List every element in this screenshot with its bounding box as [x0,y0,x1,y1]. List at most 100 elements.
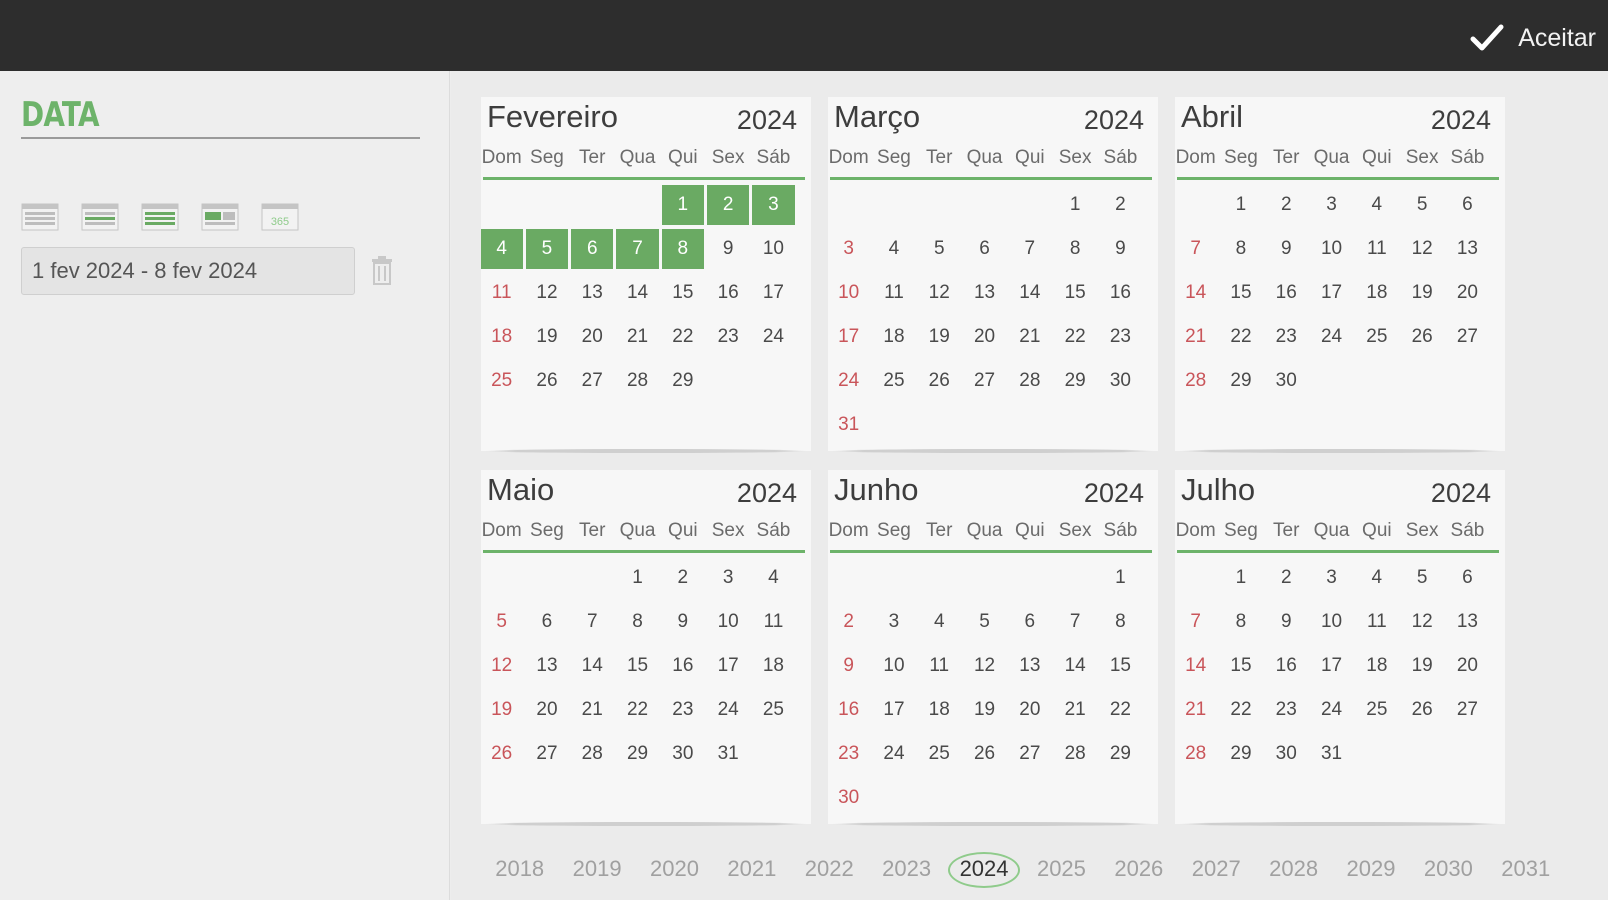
day-cell[interactable]: 13 [524,644,569,688]
day-cell[interactable]: 10 [751,227,796,271]
day-cell[interactable]: 11 [871,271,916,315]
day-cell[interactable]: 30 [1098,359,1143,403]
day-cell[interactable]: 23 [1264,688,1309,732]
day-cell[interactable]: 10 [871,644,916,688]
day-cell[interactable]: 6 [1007,600,1052,644]
year-option[interactable]: 2020 [636,849,713,889]
day-cell[interactable]: 28 [570,732,615,776]
day-cell[interactable]: 16 [1098,271,1143,315]
day-cell[interactable]: 15 [615,644,660,688]
day-cell[interactable]: 5 [917,227,962,271]
day-cell[interactable]: 12 [479,644,524,688]
day-cell[interactable]: 8 [1052,227,1097,271]
day-cell[interactable]: 24 [871,732,916,776]
day-cell[interactable]: 13 [570,271,615,315]
day-cell[interactable]: 17 [1309,271,1354,315]
day-cell[interactable]: 9 [705,227,750,271]
day-calendar-icon[interactable] [21,201,59,231]
day-cell[interactable]: 7 [1173,600,1218,644]
day-cell[interactable]: 12 [1399,227,1444,271]
day-cell[interactable]: 12 [962,644,1007,688]
year-option[interactable]: 2019 [558,849,635,889]
day-cell[interactable]: 17 [705,644,750,688]
day-cell[interactable]: 15 [660,271,705,315]
day-cell[interactable]: 10 [1309,600,1354,644]
year-option[interactable]: 2024 [945,849,1022,889]
year-option[interactable]: 2023 [868,849,945,889]
day-cell[interactable]: 27 [1007,732,1052,776]
accept-button[interactable]: Aceitar [1470,20,1596,56]
day-cell[interactable]: 12 [524,271,569,315]
day-cell[interactable]: 14 [1173,271,1218,315]
day-cell[interactable]: 26 [524,359,569,403]
day-cell[interactable]: 31 [826,403,871,447]
day-cell[interactable]: 4 [751,556,796,600]
day-cell-selected[interactable]: 4 [480,229,523,269]
day-cell[interactable]: 21 [615,315,660,359]
day-cell[interactable]: 24 [1309,688,1354,732]
day-cell[interactable]: 21 [570,688,615,732]
day-cell[interactable]: 3 [826,227,871,271]
day-cell[interactable]: 24 [751,315,796,359]
day-cell[interactable]: 25 [751,688,796,732]
trash-icon[interactable] [370,255,394,285]
day-cell[interactable]: 2 [826,600,871,644]
day-cell[interactable]: 30 [1264,359,1309,403]
day-cell[interactable]: 20 [524,688,569,732]
day-cell[interactable]: 7 [570,600,615,644]
year-option[interactable]: 2029 [1332,849,1409,889]
day-cell[interactable]: 27 [570,359,615,403]
day-cell[interactable]: 22 [1098,688,1143,732]
day-cell[interactable]: 11 [479,271,524,315]
year-option[interactable]: 2018 [481,849,558,889]
day-cell[interactable]: 22 [615,688,660,732]
day-cell[interactable]: 5 [479,600,524,644]
day-cell[interactable]: 31 [705,732,750,776]
day-cell[interactable]: 25 [479,359,524,403]
day-cell[interactable]: 30 [826,776,871,820]
day-cell[interactable]: 11 [1354,227,1399,271]
day-cell[interactable]: 8 [1218,227,1263,271]
day-cell[interactable]: 4 [1354,183,1399,227]
day-cell[interactable]: 9 [660,600,705,644]
day-cell[interactable]: 23 [705,315,750,359]
day-cell[interactable]: 29 [660,359,705,403]
day-cell[interactable]: 30 [660,732,705,776]
day-cell[interactable]: 25 [917,732,962,776]
day-cell[interactable]: 29 [1098,732,1143,776]
day-cell[interactable]: 22 [1052,315,1097,359]
day-cell[interactable]: 29 [615,732,660,776]
year-option[interactable]: 2030 [1410,849,1487,889]
day-cell[interactable]: 26 [962,732,1007,776]
day-cell[interactable]: 19 [962,688,1007,732]
day-cell[interactable]: 5 [1399,183,1444,227]
day-cell[interactable]: 18 [751,644,796,688]
week-calendar-icon[interactable] [81,201,119,231]
day-cell[interactable]: 17 [871,688,916,732]
day-cell[interactable]: 3 [705,556,750,600]
day-cell[interactable]: 17 [751,271,796,315]
day-cell[interactable]: 3 [1309,183,1354,227]
day-cell-selected[interactable]: 1 [661,185,704,225]
day-cell[interactable]: 30 [1264,732,1309,776]
year-option[interactable]: 2028 [1255,849,1332,889]
day-cell[interactable]: 2 [1264,183,1309,227]
day-cell[interactable]: 14 [615,271,660,315]
day-cell[interactable]: 20 [1445,271,1490,315]
day-cell[interactable]: 25 [1354,688,1399,732]
day-cell[interactable]: 15 [1052,271,1097,315]
day-cell[interactable]: 9 [826,644,871,688]
day-cell-selected[interactable]: 2 [706,185,750,225]
month-calendar-icon[interactable] [141,201,179,231]
day-cell[interactable]: 27 [1445,688,1490,732]
day-cell[interactable]: 5 [1399,556,1444,600]
day-cell[interactable]: 14 [1007,271,1052,315]
day-cell[interactable]: 1 [1098,556,1143,600]
day-cell[interactable]: 18 [1354,271,1399,315]
day-cell[interactable]: 14 [1052,644,1097,688]
day-cell[interactable]: 15 [1218,644,1263,688]
day-cell[interactable]: 1 [615,556,660,600]
day-cell[interactable]: 4 [917,600,962,644]
day-cell[interactable]: 2 [1098,183,1143,227]
day-cell[interactable]: 20 [962,315,1007,359]
